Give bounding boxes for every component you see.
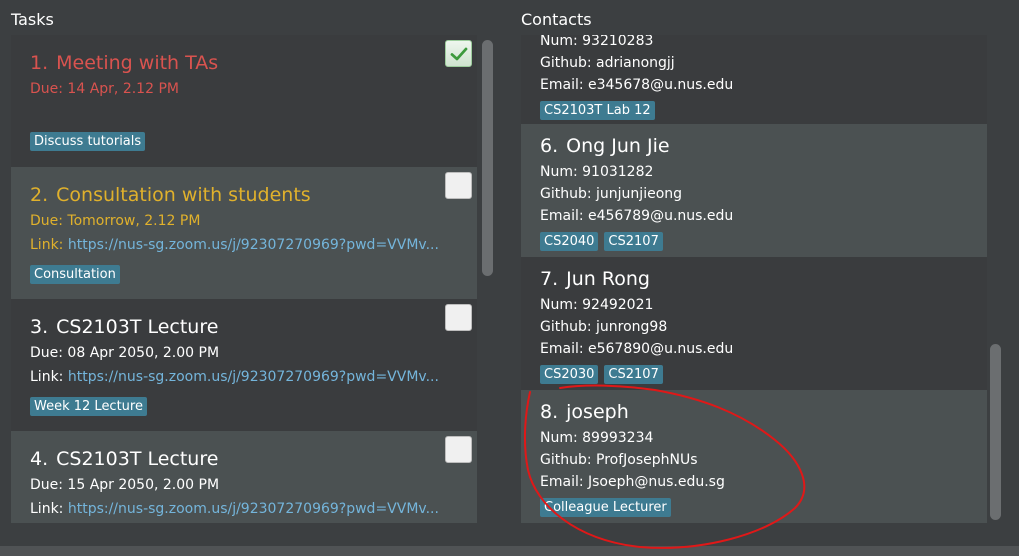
contact-email: Email: e456789@u.nus.edu: [540, 208, 734, 224]
contact-name: 8. joseph: [540, 400, 968, 424]
task-link: Link: https://nus-sg.zoom.us/j/923072709…: [30, 501, 458, 517]
contact-list-scrollbar[interactable]: [990, 344, 1001, 520]
contact-number: 7.: [540, 268, 559, 290]
task-done-checkbox[interactable]: [445, 172, 472, 199]
task-tags: Consultation: [30, 263, 458, 284]
contact-tag: CS2107: [604, 232, 663, 251]
task-card[interactable]: 3. CS2103T Lecture Due: 08 Apr 2050, 2.00…: [11, 299, 477, 431]
task-number: 2.: [30, 184, 49, 206]
contact-name-text: Jun Rong: [566, 268, 650, 290]
contact-card[interactable]: 6. Ong Jun Jie Num: 91031282 Github: junj…: [521, 124, 987, 257]
checkmark-icon: [450, 47, 467, 60]
task-number: 4.: [30, 448, 49, 470]
contact-card[interactable]: 7. Jun Rong Num: 92492021 Github: junrong…: [521, 257, 987, 390]
contact-name: 7. Jun Rong: [540, 267, 968, 291]
task-tags: Week 12 Lecture: [30, 395, 458, 416]
task-name: CS2103T Lecture: [56, 316, 219, 338]
contact-github: Github: junjunjieong: [540, 186, 683, 202]
contact-tags: CS2030 CS2107: [540, 363, 968, 384]
contact-tags: CS2040 CS2107: [540, 230, 968, 251]
task-card[interactable]: 1. Meeting with TAs Due: 14 Apr, 2.12 PM …: [11, 35, 477, 167]
task-title: 3. CS2103T Lecture: [30, 315, 458, 339]
task-list-scrollbar[interactable]: [482, 40, 493, 276]
task-done-checkbox[interactable]: [445, 40, 472, 67]
task-done-checkbox[interactable]: [445, 436, 472, 463]
contact-number: 8.: [540, 401, 559, 423]
contact-github: Github: ProfJosephNUs: [540, 452, 698, 468]
contact-email: Email: e567890@u.nus.edu: [540, 341, 734, 357]
contact-email: Email: e345678@u.nus.edu: [540, 77, 734, 93]
task-card[interactable]: 2. Consultation with students Due: Tomorr…: [11, 167, 477, 299]
contact-github: Github: junrong98: [540, 319, 668, 335]
contact-tag: CS2030: [540, 365, 599, 384]
task-number: 1.: [30, 52, 49, 74]
task-name: Meeting with TAs: [56, 52, 219, 74]
contact-name-text: joseph: [566, 401, 629, 423]
task-due-date: Due: Tomorrow, 2.12 PM: [30, 213, 201, 229]
tasks-panel-title: Tasks: [11, 10, 54, 29]
task-number: 3.: [30, 316, 49, 338]
task-title: 2. Consultation with students: [30, 183, 458, 207]
task-tags: Discuss tutorials: [30, 130, 458, 151]
contact-card[interactable]: 8. joseph Num: 89993234 Github: ProfJosep…: [521, 390, 987, 523]
contact-number: 6.: [540, 135, 559, 157]
task-list[interactable]: 1. Meeting with TAs Due: 14 Apr, 2.12 PM …: [11, 35, 477, 523]
task-card[interactable]: 4. CS2103T Lecture Due: 15 Apr 2050, 2.00…: [11, 431, 477, 523]
task-name: CS2103T Lecture: [56, 448, 219, 470]
contact-tag: CS2103T Lab 12: [540, 101, 655, 120]
contact-email: Email: Jsoeph@nus.edu.sg: [540, 474, 725, 490]
contact-phone: Num: 92492021: [540, 297, 654, 313]
contact-name-text: Ong Jun Jie: [566, 135, 670, 157]
contacts-panel-title: Contacts: [521, 10, 592, 29]
contact-phone: Num: 91031282: [540, 164, 654, 180]
task-link: Link: https://nus-sg.zoom.us/j/923072709…: [30, 237, 458, 253]
task-due-date: Due: 08 Apr 2050, 2.00 PM: [30, 345, 220, 361]
task-link-label: Link:: [30, 501, 64, 517]
task-link: Link: https://nus-sg.zoom.us/j/923072709…: [30, 369, 458, 385]
contact-card[interactable]: Num: 93210283 Github: adrianongjj Email:…: [521, 35, 987, 126]
contact-phone: Num: 93210283: [540, 35, 654, 49]
contact-tag: Colleague Lecturer: [540, 498, 671, 517]
task-title: 4. CS2103T Lecture: [30, 447, 458, 471]
task-tag: Consultation: [30, 265, 120, 284]
contact-github: Github: adrianongjj: [540, 55, 675, 71]
task-due-date: Due: 14 Apr, 2.12 PM: [30, 81, 179, 97]
task-title: 1. Meeting with TAs: [30, 51, 458, 75]
task-link-label: Link:: [30, 237, 64, 253]
contact-list[interactable]: Num: 93210283 Github: adrianongjj Email:…: [521, 35, 987, 523]
contact-tag: CS2040: [540, 232, 599, 251]
task-link-url[interactable]: https://nus-sg.zoom.us/j/92307270969?pwd…: [68, 501, 439, 517]
task-tag: Discuss tutorials: [30, 132, 146, 151]
contact-tag: CS2107: [604, 365, 663, 384]
task-link-url[interactable]: https://nus-sg.zoom.us/j/92307270969?pwd…: [68, 237, 439, 253]
contact-name: 6. Ong Jun Jie: [540, 134, 968, 158]
task-due-date: Due: 15 Apr 2050, 2.00 PM: [30, 477, 220, 493]
task-link-label: Link:: [30, 369, 64, 385]
contact-phone: Num: 89993234: [540, 430, 654, 446]
task-done-checkbox[interactable]: [445, 304, 472, 331]
contact-tags: CS2103T Lab 12: [540, 99, 968, 120]
task-tag: Week 12 Lecture: [30, 397, 147, 416]
task-link-url[interactable]: https://nus-sg.zoom.us/j/92307270969?pwd…: [68, 369, 439, 385]
task-name: Consultation with students: [56, 184, 311, 206]
contact-tags: Colleague Lecturer: [540, 496, 968, 517]
status-bar: [0, 546, 1019, 556]
